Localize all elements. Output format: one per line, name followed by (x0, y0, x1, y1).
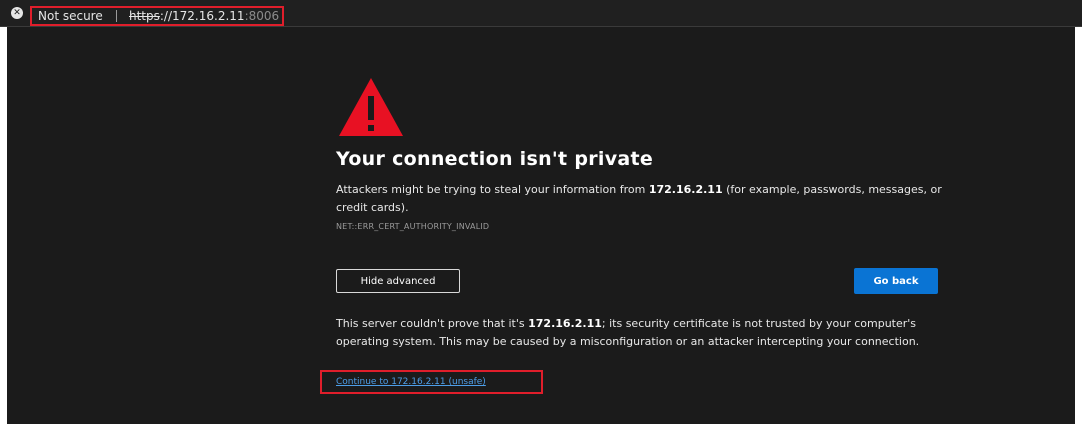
url-host: 172.16.2.11 (172, 9, 245, 23)
error-code[interactable]: NET::ERR_CERT_AUTHORITY_INVALID (336, 222, 489, 231)
warning-triangle-icon (339, 78, 403, 136)
browser-window: ✕ Not secure https://172.16.2.11:8006 Yo… (0, 0, 1082, 424)
desc-host: 172.16.2.11 (648, 183, 723, 196)
page-title: Your connection isn't private (336, 148, 654, 170)
address-bar: ✕ Not secure https://172.16.2.11:8006 (0, 0, 1082, 27)
security-label[interactable]: Not secure (38, 9, 103, 23)
not-secure-icon[interactable]: ✕ (11, 7, 23, 19)
go-back-button[interactable]: Go back (854, 268, 938, 294)
url-scheme-separator: :// (159, 9, 173, 23)
desc-prefix: Attackers might be trying to steal your … (336, 183, 649, 196)
explain-host: 172.16.2.11 (528, 317, 602, 330)
url-text[interactable]: https://172.16.2.11:8006 (129, 9, 279, 23)
url-scheme: https (129, 9, 160, 23)
error-page (7, 27, 1075, 424)
continue-unsafe-link[interactable]: Continue to 172.16.2.11 (unsafe) (336, 377, 486, 387)
explain-prefix: This server couldn't prove that it's (336, 317, 529, 330)
hide-advanced-button[interactable]: Hide advanced (336, 269, 460, 293)
address-separator (116, 10, 117, 22)
url-port: :8006 (244, 9, 280, 23)
error-description: Attackers might be trying to steal your … (336, 181, 946, 217)
advanced-explanation: This server couldn't prove that it's 172… (336, 315, 956, 351)
